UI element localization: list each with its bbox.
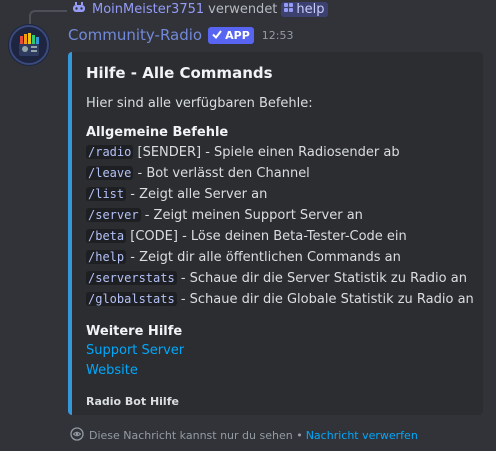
embed-title: Hilfe - Alle Commands (86, 64, 273, 82)
ephemeral-text: Diese Nachricht kannst nur du sehen • (89, 429, 303, 442)
command-description: - Schaue dir die Globale Statistik zu Ra… (176, 292, 474, 307)
command-code: /radio (86, 145, 134, 159)
eye-icon (70, 427, 84, 444)
command-row: /help - Zeigt dir alle öffentlichen Comm… (86, 247, 473, 268)
command-code: /server (86, 208, 141, 222)
command-description: - Schaue dir die Server Statistik zu Rad… (176, 271, 467, 286)
command-row: /beta [CODE] - Löse deinen Beta-Tester-C… (86, 226, 473, 247)
reply-context: MoinMeister3751 verwendet help (72, 0, 328, 18)
message-header: Community-Radio APP 12:53 (68, 24, 293, 46)
reply-connector (29, 10, 67, 24)
command-mention[interactable]: help (281, 1, 328, 17)
command-code: /serverstats (86, 271, 177, 285)
command-description: - Zeigt alle Server an (126, 187, 268, 202)
command-code: /leave (86, 166, 134, 180)
command-code: /beta (86, 229, 127, 243)
general-commands-heading: Allgemeine Befehle (86, 125, 229, 140)
command-description: - Zeigt dir alle öffentlichen Commands a… (126, 250, 401, 265)
command-row: /leave - Bot verlässt den Channel (86, 163, 473, 184)
slash-grid-icon (284, 3, 294, 15)
embed-accent-bar (68, 52, 72, 415)
help-embed: Hilfe - Alle Commands Hier sind alle ver… (68, 52, 483, 415)
app-command-icon (72, 1, 86, 17)
command-row: /radio [SENDER] - Spiele einen Radiosend… (86, 142, 473, 163)
more-help-heading: Weitere Hilfe (86, 324, 183, 339)
app-badge: APP (208, 26, 254, 44)
command-description: [CODE] - Löse deinen Beta-Tester-Code ei… (126, 229, 407, 244)
bot-avatar[interactable] (8, 24, 50, 66)
support-server-link[interactable]: Support Server (86, 341, 473, 361)
dismiss-message-link[interactable]: Nachricht verwerfen (306, 429, 418, 442)
command-row: /serverstats - Schaue dir die Server Sta… (86, 268, 473, 289)
command-list: /radio [SENDER] - Spiele einen Radiosend… (86, 142, 474, 310)
message-timestamp[interactable]: 12:53 (262, 29, 294, 42)
embed-footer: Radio Bot Hilfe (86, 395, 179, 408)
command-description: - Zeigt meinen Support Server an (140, 208, 363, 223)
command-code: /help (86, 250, 127, 264)
author-name[interactable]: Community-Radio (68, 26, 202, 44)
command-row: /list - Zeigt alle Server an (86, 184, 473, 205)
embed-description: Hier sind alle verfügbaren Befehle: (86, 96, 313, 111)
verified-check-icon (212, 29, 222, 42)
command-code: /globalstats (86, 292, 177, 306)
reply-verb: verwendet (208, 1, 278, 17)
command-row: /globalstats - Schaue dir die Globale St… (86, 289, 474, 310)
command-name: help (296, 1, 325, 17)
command-description: [SENDER] - Spiele einen Radiosender ab (133, 145, 400, 160)
command-description: - Bot verlässt den Channel (133, 166, 310, 181)
website-link[interactable]: Website (86, 361, 473, 381)
command-row: /server - Zeigt meinen Support Server an (86, 205, 473, 226)
ephemeral-notice: Diese Nachricht kannst nur du sehen • Na… (70, 427, 418, 444)
command-code: /list (86, 187, 127, 201)
reply-username[interactable]: MoinMeister3751 (92, 2, 204, 17)
app-badge-label: APP (225, 28, 250, 42)
